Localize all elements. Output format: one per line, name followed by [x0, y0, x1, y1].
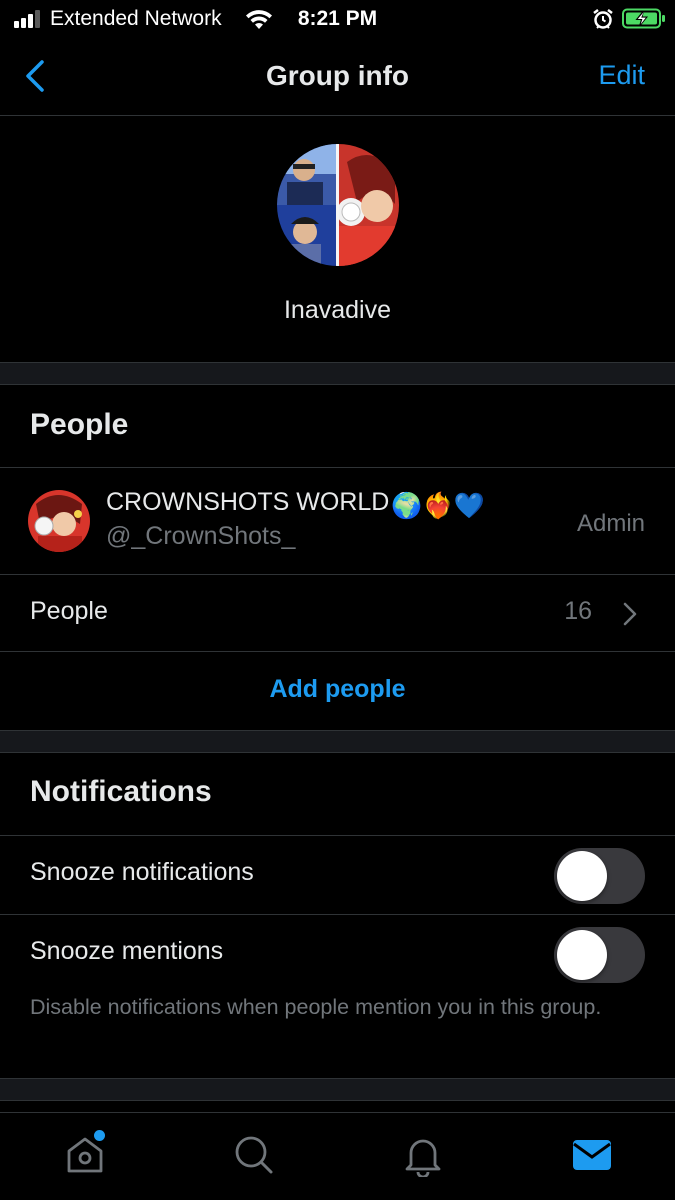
status-bar: Extended Network 8:21 PM	[0, 0, 675, 38]
group-header: Inavadive	[0, 116, 675, 362]
snooze-mentions-row: Snooze mentions	[0, 915, 675, 993]
page-title: Group info	[265, 60, 410, 91]
section-separator	[0, 362, 675, 385]
snooze-mentions-label: Snooze mentions	[30, 937, 224, 965]
toggle-knob	[557, 930, 607, 980]
snooze-notifications-toggle[interactable]	[554, 848, 645, 904]
snooze-notifications-label: Snooze notifications	[30, 858, 254, 886]
notifications-section-title: Notifications	[30, 775, 212, 808]
group-avatar-image	[277, 144, 399, 266]
snooze-mentions-helper-text: Disable notifications when people mentio…	[30, 995, 602, 1019]
section-separator	[0, 1078, 675, 1101]
toggle-knob	[557, 851, 607, 901]
people-count: 16	[564, 597, 592, 625]
battery-charging-icon	[622, 8, 665, 29]
snooze-mentions-toggle[interactable]	[554, 927, 645, 983]
member-name-text: CROWNSHOTS WORLD	[106, 488, 390, 516]
tab-bar	[0, 1112, 675, 1200]
navigation-bar: Group info Edit	[0, 38, 675, 116]
group-avatar[interactable]	[277, 144, 399, 266]
section-separator	[0, 730, 675, 753]
search-icon[interactable]	[232, 1133, 276, 1177]
snooze-notifications-row: Snooze notifications	[0, 836, 675, 914]
people-section-title: People	[30, 408, 129, 441]
notifications-bell-icon[interactable]	[401, 1133, 445, 1177]
member-row[interactable]: CROWNSHOTS WORLD🌍❤️‍🔥💙 @_CrownShots_ Adm…	[0, 468, 675, 574]
group-name: Inavadive	[283, 296, 392, 324]
people-row-label: People	[30, 597, 108, 625]
avatar	[28, 490, 90, 552]
alarm-icon	[593, 9, 613, 29]
member-display-name: CROWNSHOTS WORLD🌍❤️‍🔥💙	[106, 488, 485, 521]
avatar-image	[28, 490, 90, 552]
member-role-badge: Admin	[576, 510, 645, 537]
messages-mail-icon[interactable]	[570, 1133, 614, 1177]
add-people-button[interactable]: Add people	[0, 652, 675, 730]
member-name-emojis: 🌍❤️‍🔥💙	[391, 492, 485, 520]
chevron-right-icon	[623, 602, 637, 626]
member-handle: @_CrownShots_	[106, 522, 296, 550]
home-notification-dot	[94, 1130, 105, 1141]
edit-button[interactable]: Edit	[598, 60, 645, 91]
people-list-row[interactable]: People 16	[0, 575, 675, 651]
clock: 8:21 PM	[297, 7, 378, 30]
